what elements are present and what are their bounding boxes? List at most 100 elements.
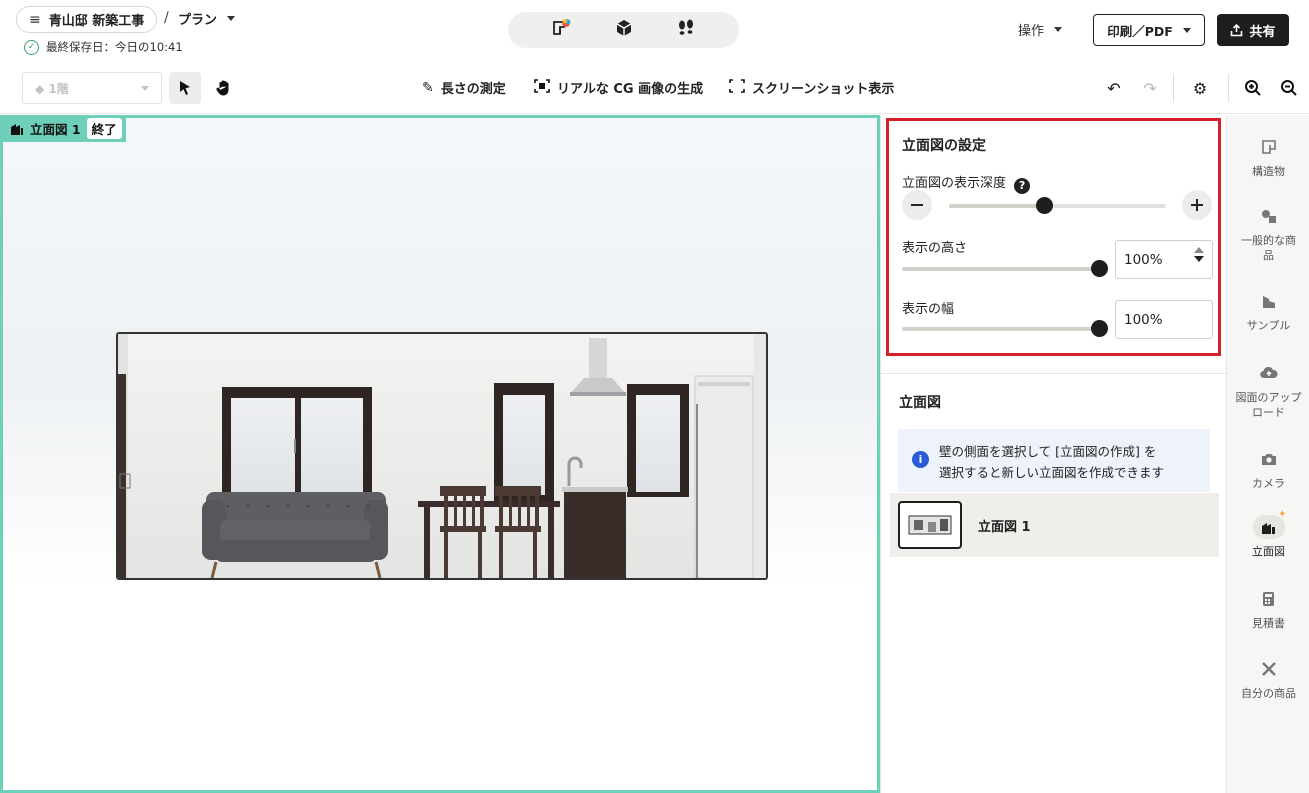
depth-label: 立面図の表示深度 <box>902 176 1007 191</box>
cube-3d-icon[interactable] <box>614 18 634 42</box>
elevation-settings-panel: 立面図の設定 立面図の表示深度? 表示の高さ 100% 表示の幅 100% 立面… <box>880 115 1227 793</box>
stepper-down-icon[interactable] <box>1194 256 1204 262</box>
width-slider[interactable] <box>902 320 1108 337</box>
elevation-info-text: 壁の側面を選択して [立面図の作成] を 選択すると新しい立面図を作成できます <box>939 441 1164 483</box>
elevation-info-line: 選択すると新しい立面図を作成できます <box>939 465 1165 480</box>
depth-slider-handle[interactable] <box>1036 197 1054 214</box>
print-pdf-button[interactable]: 印刷／PDF <box>1093 14 1205 46</box>
breadcrumb-separator: / <box>164 10 169 26</box>
rail-item-general-products[interactable]: 一般的な商品 <box>1227 204 1309 263</box>
depth-increase-button[interactable] <box>1182 190 1212 220</box>
rail-item-my-products[interactable]: 自分の商品 <box>1227 657 1309 701</box>
screenshot-label: スクリーンショット表示 <box>752 82 895 97</box>
rail-item-structures[interactable]: 構造物 <box>1227 135 1309 179</box>
height-label: 表示の高さ <box>902 241 968 256</box>
share-button[interactable]: 共有 <box>1217 14 1289 46</box>
house-icon <box>1253 289 1285 313</box>
generate-cg-button[interactable]: リアルな CG 画像の生成 <box>534 78 703 97</box>
floorplan-2d-icon[interactable] <box>551 18 573 42</box>
walkthrough-footprints-icon[interactable] <box>676 18 696 42</box>
operations-label: 操作 <box>1018 24 1045 39</box>
elevation-info-line: 壁の側面を選択して [立面図の作成] を <box>939 444 1157 459</box>
width-input-value: 100% <box>1124 311 1163 328</box>
undo-icon[interactable]: ↶ <box>1102 76 1126 100</box>
operations-dropdown[interactable]: 操作 <box>1018 20 1063 39</box>
calculator-icon <box>1253 587 1285 611</box>
screenshot-frame-icon <box>729 78 745 97</box>
height-stepper[interactable] <box>1194 247 1204 262</box>
width-slider-handle[interactable] <box>1091 320 1108 337</box>
chevron-down-icon <box>1182 27 1191 33</box>
window-middle <box>494 383 554 501</box>
zoom-in-icon[interactable] <box>1241 76 1265 100</box>
camera-icon <box>1253 447 1285 471</box>
project-menu-button[interactable]: ≡ 青山邸 新築工事 <box>16 6 158 33</box>
rail-label: 立面図 <box>1252 545 1285 558</box>
rail-label: サンプル <box>1246 319 1291 332</box>
rail-label: 自分の商品 <box>1241 687 1296 700</box>
rail-item-elevation[interactable]: ✦ 立面図 <box>1227 509 1309 559</box>
height-input[interactable]: 100% <box>1115 240 1213 279</box>
settings-title: 立面図の設定 <box>902 138 986 154</box>
rail-label: カメラ <box>1252 477 1285 490</box>
chevron-down-icon <box>227 16 236 21</box>
side-rail: 構造物 一般的な商品 サンプル 図面のアップロード カメラ ✦ 立面図 見積書 … <box>1226 115 1309 793</box>
depth-slider-fill <box>949 204 1045 208</box>
ruler-icon: ✎ <box>422 79 434 96</box>
cursor-arrow-icon <box>180 81 190 95</box>
sparkle-icon: ✦ <box>1278 509 1287 520</box>
width-input[interactable]: 100% <box>1115 300 1213 339</box>
gear-icon[interactable]: ⚙ <box>1188 76 1212 100</box>
cloud-upload-icon <box>1253 361 1285 385</box>
width-label: 表示の幅 <box>902 302 955 317</box>
floor-select[interactable]: ◆ 1階 <box>22 72 162 104</box>
menu-icon: ≡ <box>29 11 41 28</box>
toolbar: ◆ 1階 ✎ 長さの測定 リアルな CG 画像の生成 スクリーンショット表示 ↶… <box>0 60 1309 114</box>
furniture-icon <box>1253 204 1285 228</box>
elevation-render <box>116 332 768 580</box>
rail-item-upload-plan[interactable]: 図面のアップロード <box>1227 361 1309 420</box>
rail-item-camera[interactable]: カメラ <box>1227 447 1309 491</box>
app-header: ≡ 青山邸 新築工事 / プラン ✓ 最終保存日：今日の10:41 操作 印刷／… <box>0 0 1309 60</box>
rail-label: 見積書 <box>1252 617 1285 630</box>
share-upload-icon <box>1231 23 1243 36</box>
screenshot-button[interactable]: スクリーンショット表示 <box>729 78 894 97</box>
elevation-building-icon: ✦ <box>1252 509 1287 539</box>
pan-tool-button[interactable] <box>208 72 240 104</box>
depth-decrease-button[interactable] <box>902 190 932 220</box>
rail-item-estimate[interactable]: 見積書 <box>1227 587 1309 631</box>
depth-slider[interactable] <box>949 197 1166 214</box>
tools-icon <box>1253 657 1285 681</box>
minus-icon <box>911 204 923 206</box>
plan-dropdown[interactable]: プラン <box>178 9 236 28</box>
elevation-thumbnail <box>898 501 962 549</box>
height-slider-handle[interactable] <box>1091 260 1108 277</box>
layers-icon: ◆ <box>35 81 49 96</box>
elevation-list-item[interactable]: 立面図 1 <box>890 493 1219 557</box>
chevron-down-icon <box>1054 27 1063 32</box>
elevation-scene <box>118 334 766 578</box>
panel-divider <box>881 373 1227 374</box>
measure-length-label: 長さの測定 <box>440 82 506 97</box>
rail-label: 構造物 <box>1252 165 1285 178</box>
help-icon[interactable]: ? <box>1014 177 1031 194</box>
rail-item-samples[interactable]: サンプル <box>1227 289 1309 333</box>
elevation-settings-box: 立面図の設定 立面図の表示深度? 表示の高さ 100% 表示の幅 100% <box>886 118 1221 356</box>
floor-select-value: ◆ 1階 <box>35 81 69 96</box>
window-left <box>222 387 372 497</box>
measure-length-button[interactable]: ✎ 長さの測定 <box>422 78 506 98</box>
height-slider[interactable] <box>902 260 1108 277</box>
redo-icon[interactable]: ↷ <box>1138 76 1162 100</box>
elevation-item-label: 立面図 1 <box>978 519 1031 535</box>
width-slider-fill <box>902 327 1099 331</box>
print-pdf-label: 印刷／PDF <box>1107 23 1173 39</box>
end-elevation-button[interactable]: 終了 <box>86 118 122 139</box>
height-input-value: 100% <box>1124 251 1163 268</box>
refrigerator <box>694 375 754 578</box>
stepper-up-icon[interactable] <box>1194 247 1204 253</box>
info-icon: i <box>912 451 929 468</box>
select-tool-button[interactable] <box>169 72 201 104</box>
plan-label: プラン <box>178 13 218 28</box>
elevation-canvas[interactable]: 立面図 1 終了 <box>0 115 880 793</box>
zoom-out-icon[interactable] <box>1277 76 1301 100</box>
